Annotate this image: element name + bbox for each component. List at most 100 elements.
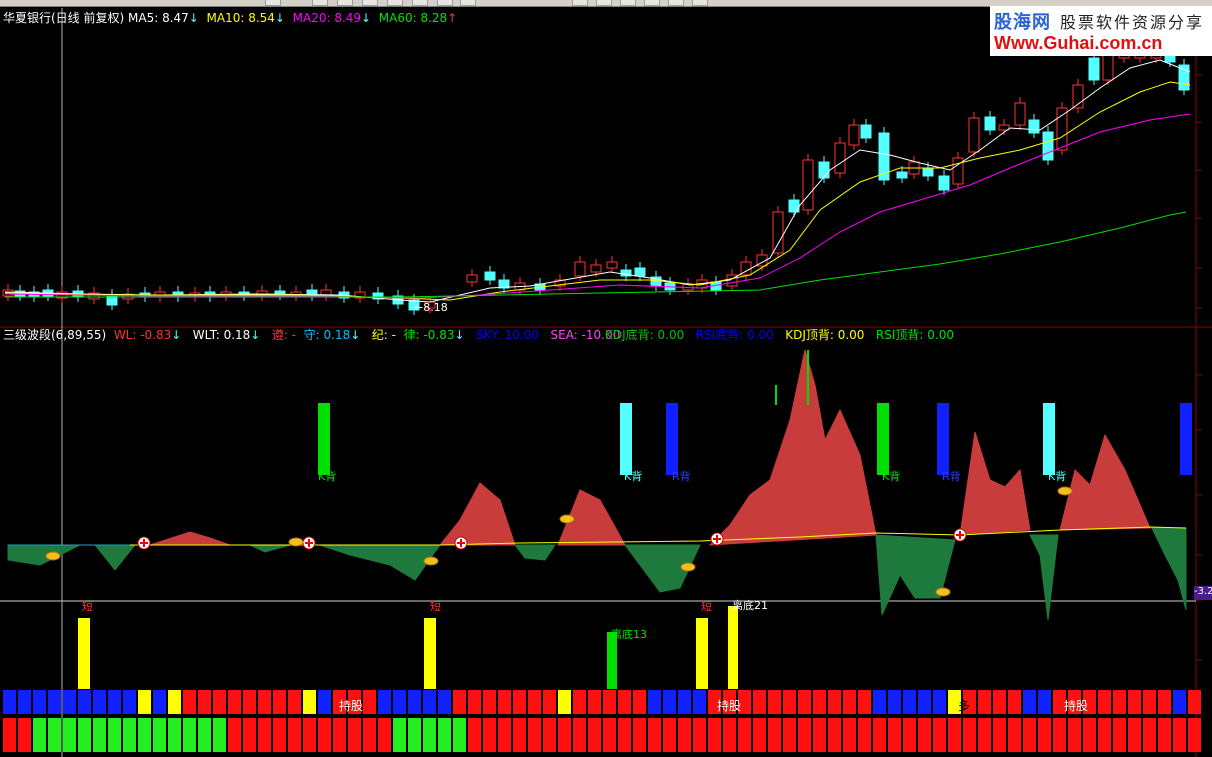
status-block-top — [288, 690, 301, 714]
divergence-bar — [877, 403, 889, 475]
candle-body — [574, 261, 586, 277]
status-block-bottom — [318, 718, 331, 752]
status-block-bottom — [213, 718, 226, 752]
status-block-top — [423, 690, 436, 714]
status-block-bottom — [543, 718, 556, 752]
bottom-distance-label: 离底21 — [732, 599, 768, 612]
status-block-top — [843, 690, 856, 714]
status-block-bottom — [678, 718, 691, 752]
status-block-top — [1158, 690, 1171, 714]
status-block-bottom — [693, 718, 706, 752]
status-block-bottom — [138, 718, 151, 752]
wave-up-area — [149, 531, 231, 546]
status-block-bottom — [618, 718, 631, 752]
status-block-bottom — [393, 718, 406, 752]
status-block-bottom — [33, 718, 46, 752]
divergence-bar — [1043, 403, 1055, 475]
status-block-bottom — [558, 718, 571, 752]
wave-down-area — [513, 544, 556, 561]
status-block-top — [663, 690, 676, 714]
status-block-top — [828, 690, 841, 714]
status-block-bottom — [1113, 718, 1126, 752]
status-block-bottom — [933, 718, 946, 752]
status-block-bottom — [1083, 718, 1096, 752]
status-block-bottom — [123, 718, 136, 752]
shou-value: 守: 0.18 — [303, 328, 351, 342]
divergence-bar — [666, 403, 678, 475]
logo-url: Www.Guhai.com.cn — [994, 33, 1163, 53]
status-block-bottom — [738, 718, 751, 752]
kdj-bottom-div: KDJ底背: 0.00 — [605, 328, 685, 342]
status-block-top — [588, 690, 601, 714]
status-block-bottom — [93, 718, 106, 752]
status-block-bottom — [198, 718, 211, 752]
status-block-bottom — [633, 718, 646, 752]
value-badge: -3.2 — [1194, 586, 1212, 600]
divergence-header: KDJ底背: 0.00 RSI底背: 0.00 KDJ顶背: 0.00 RSI顶… — [605, 328, 954, 342]
short-label: 短 — [701, 600, 712, 613]
status-block-top — [603, 690, 616, 714]
candle-body — [1056, 107, 1068, 151]
status-block-top — [858, 690, 871, 714]
status-block-top — [123, 690, 136, 714]
peak-marker — [775, 385, 777, 405]
candle-body — [834, 142, 846, 174]
status-block-bottom — [948, 718, 961, 752]
status-block-top — [978, 690, 991, 714]
candle-body — [772, 211, 784, 254]
indicator-title: 三级波段(6,89,55) — [3, 328, 107, 342]
status-block-bottom — [333, 718, 346, 752]
status-block-top — [498, 690, 511, 714]
status-block-bottom — [903, 718, 916, 752]
candle-body — [848, 124, 860, 146]
status-block-bottom — [78, 718, 91, 752]
status-block-bottom — [258, 718, 271, 752]
status-block-top — [888, 690, 901, 714]
stock-chart[interactable] — [0, 0, 1212, 757]
status-block-bottom — [483, 718, 496, 752]
status-block-bottom — [588, 718, 601, 752]
status-block-top — [573, 690, 586, 714]
status-block-bottom — [378, 718, 391, 752]
status-block-bottom — [1158, 718, 1171, 752]
status-block-bottom — [288, 718, 301, 752]
divergence-label: R背 — [672, 470, 691, 483]
divergence-label: K背 — [882, 470, 901, 483]
status-block-top — [48, 690, 61, 714]
candle-body — [466, 274, 478, 283]
arrow-down-icon: ↓ — [454, 328, 465, 342]
hold-label: 持股 — [1064, 699, 1089, 713]
ma20-value: MA20: 8.49 — [292, 11, 362, 25]
status-block-top — [1008, 690, 1021, 714]
candle-body — [802, 159, 814, 211]
status-block-top — [318, 690, 331, 714]
status-block-top — [33, 690, 46, 714]
low-price-value: 8.18 — [423, 301, 448, 314]
status-block-top — [1038, 690, 1051, 714]
bottom-distance-label: 离底13 — [611, 628, 647, 641]
arrow-down-icon: ↓ — [361, 11, 372, 25]
lv-value: 律: -0.83 — [403, 328, 455, 342]
status-block-top — [558, 690, 571, 714]
candle-body — [938, 175, 950, 191]
candle-body — [968, 117, 980, 153]
status-block-top — [648, 690, 661, 714]
gold-ingot-icon — [423, 556, 439, 566]
hold-label: 持股 — [717, 699, 742, 713]
status-block-top — [693, 690, 706, 714]
status-block-bottom — [1038, 718, 1051, 752]
arrow-down-icon: ↓ — [250, 328, 261, 342]
status-block-bottom — [813, 718, 826, 752]
status-block-bottom — [453, 718, 466, 752]
gold-ingot-icon — [935, 587, 951, 597]
status-block-bottom — [573, 718, 586, 752]
status-block-bottom — [603, 718, 616, 752]
status-block-bottom — [348, 718, 361, 752]
candle-body — [606, 261, 618, 269]
status-block-top — [633, 690, 646, 714]
status-block-bottom — [168, 718, 181, 752]
status-block-top — [393, 690, 406, 714]
signal-bar — [78, 618, 90, 689]
status-block-top — [483, 690, 496, 714]
divergence-bar — [318, 403, 330, 475]
